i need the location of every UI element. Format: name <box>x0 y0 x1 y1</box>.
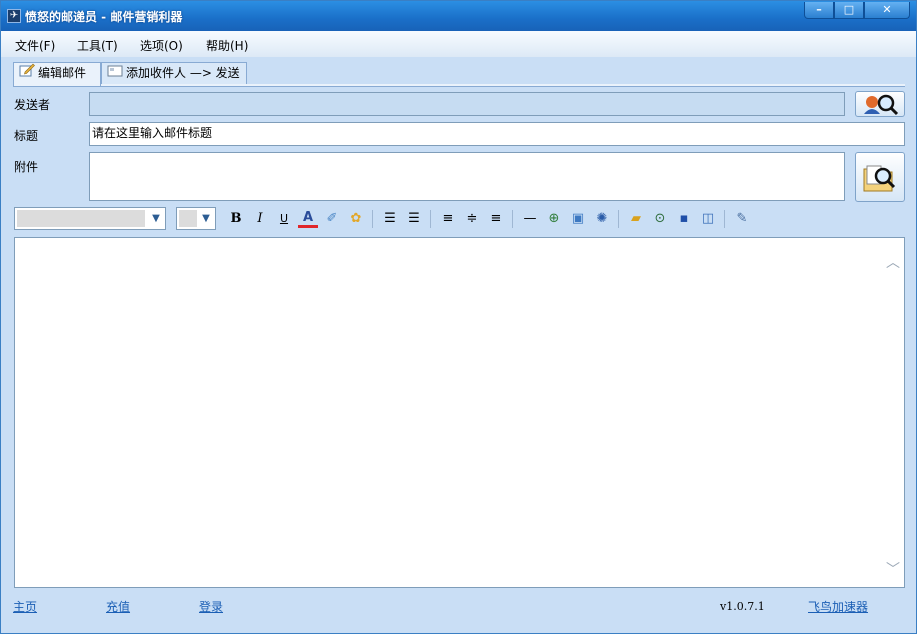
login-link[interactable]: 登录 <box>199 598 223 615</box>
toolbar-separator <box>430 210 431 228</box>
edit-icon <box>19 63 35 84</box>
minimize-button[interactable]: – <box>804 2 834 19</box>
menu-options[interactable]: 选项(O) <box>140 37 183 54</box>
align-right-button[interactable]: ≡ <box>486 209 506 229</box>
accelerator-link[interactable]: 飞鸟加速器 <box>808 598 868 615</box>
tab-add-recipients-label: 添加收件人 —> 发送 <box>126 66 240 80</box>
align-center-button[interactable]: ≑ <box>462 209 482 229</box>
underline-button[interactable]: U <box>274 209 294 229</box>
open-file-button[interactable]: ▰ <box>626 209 646 229</box>
horizontal-rule-button[interactable]: — <box>520 209 540 229</box>
toolbar-separator <box>724 210 725 228</box>
preview-button[interactable]: ⊙ <box>650 209 670 229</box>
save-as-icon: ◫ <box>701 211 715 226</box>
tab-edit-mail[interactable]: 编辑邮件 <box>13 62 101 86</box>
bold-button[interactable]: B <box>226 209 246 229</box>
tab-edit-mail-label: 编辑邮件 <box>38 66 87 80</box>
font-family-select[interactable]: ▼ <box>14 207 166 230</box>
edit-source-icon: ✎ <box>736 211 748 226</box>
open-folder-icon: ▰ <box>631 211 641 226</box>
app-logo-icon: ✈ <box>7 9 21 23</box>
envelope-icon <box>107 63 123 84</box>
indent-increase-icon: ☰ <box>408 211 420 226</box>
title-bar[interactable]: ✈ 愤怒的邮递员 - 邮件营销利器 – □ ✕ <box>1 1 916 31</box>
user-search-icon <box>864 94 899 116</box>
tab-strip-line <box>13 84 905 87</box>
align-left-button[interactable]: ≡ <box>438 209 458 229</box>
align-right-icon: ≡ <box>490 211 502 226</box>
save-icon: ▪ <box>679 211 689 226</box>
preview-icon: ⊙ <box>654 211 666 226</box>
palette-button[interactable]: ✿ <box>346 209 366 229</box>
tab-add-recipients-send[interactable]: 添加收件人 —> 发送 <box>101 62 247 84</box>
flash-icon: ✺ <box>596 211 608 226</box>
indent-decrease-icon: ☰ <box>384 211 396 226</box>
status-bar: 主页 充值 登录 v1.0.7.1 飞鸟加速器 <box>1 593 916 633</box>
version-label: v1.0.7.1 <box>720 600 765 613</box>
insert-link-button[interactable]: ⊕ <box>544 209 564 229</box>
close-button[interactable]: ✕ <box>864 2 910 19</box>
indent-increase-button[interactable]: ☰ <box>404 209 424 229</box>
indent-decrease-button[interactable]: ☰ <box>380 209 400 229</box>
menu-bar: 文件(F) 工具(T) 选项(O) 帮助(H) <box>1 31 916 57</box>
scroll-down-icon[interactable]: ﹀ <box>886 559 900 579</box>
insert-flash-button[interactable]: ✺ <box>592 209 612 229</box>
italic-button[interactable]: I <box>250 209 270 229</box>
scroll-up-icon[interactable]: ︿ <box>886 252 900 272</box>
highlight-icon: ✐ <box>326 211 338 226</box>
attachment-label: 附件 <box>14 160 39 174</box>
mail-body-editor[interactable]: ︿ ﹀ <box>14 237 905 588</box>
font-size-select[interactable]: ▼ <box>176 207 216 230</box>
align-center-icon: ≑ <box>466 211 478 226</box>
edit-source-button[interactable]: ✎ <box>732 209 752 229</box>
select-sender-button[interactable] <box>855 91 905 117</box>
window-title: 愤怒的邮递员 - 邮件营销利器 <box>25 10 183 24</box>
sender-label: 发送者 <box>14 98 51 112</box>
font-size-value <box>179 210 197 227</box>
insert-image-button[interactable]: ▣ <box>568 209 588 229</box>
folder-search-icon <box>863 165 896 192</box>
horizontal-rule-icon: — <box>523 211 537 226</box>
add-attachment-button[interactable] <box>855 152 905 202</box>
app-window: ✈ 愤怒的邮递员 - 邮件营销利器 – □ ✕ 文件(F) 工具(T) 选项(O… <box>0 0 917 634</box>
attachment-field[interactable] <box>89 152 845 201</box>
save-as-button[interactable]: ◫ <box>698 209 718 229</box>
editor-content <box>15 238 904 246</box>
save-button[interactable]: ▪ <box>674 209 694 229</box>
highlight-button[interactable]: ✐ <box>322 209 342 229</box>
palette-icon: ✿ <box>350 211 362 226</box>
chevron-down-icon: ▼ <box>202 213 210 224</box>
sender-field[interactable] <box>89 92 845 116</box>
toolbar-separator <box>372 210 373 228</box>
home-link[interactable]: 主页 <box>13 598 37 615</box>
image-icon: ▣ <box>571 211 585 226</box>
recharge-link[interactable]: 充值 <box>106 598 130 615</box>
subject-input[interactable]: 请在这里输入邮件标题 <box>89 122 905 146</box>
menu-tools[interactable]: 工具(T) <box>77 37 118 54</box>
toolbar-separator <box>512 210 513 228</box>
format-toolbar: ▼ ▼ B I U A ✐ ✿ ☰ ☰ ≡ ≑ ≡ — ⊕ ▣ ✺ ▰ ⊙ ▪ … <box>14 207 905 231</box>
font-color-button[interactable]: A <box>298 209 318 228</box>
align-left-icon: ≡ <box>442 211 454 226</box>
subject-label: 标题 <box>14 129 39 143</box>
maximize-button[interactable]: □ <box>834 2 864 19</box>
chevron-down-icon: ▼ <box>152 213 160 224</box>
menu-file[interactable]: 文件(F) <box>15 37 55 54</box>
toolbar-separator <box>618 210 619 228</box>
link-icon: ⊕ <box>548 211 560 226</box>
menu-help[interactable]: 帮助(H) <box>206 37 248 54</box>
font-family-value <box>17 210 145 227</box>
